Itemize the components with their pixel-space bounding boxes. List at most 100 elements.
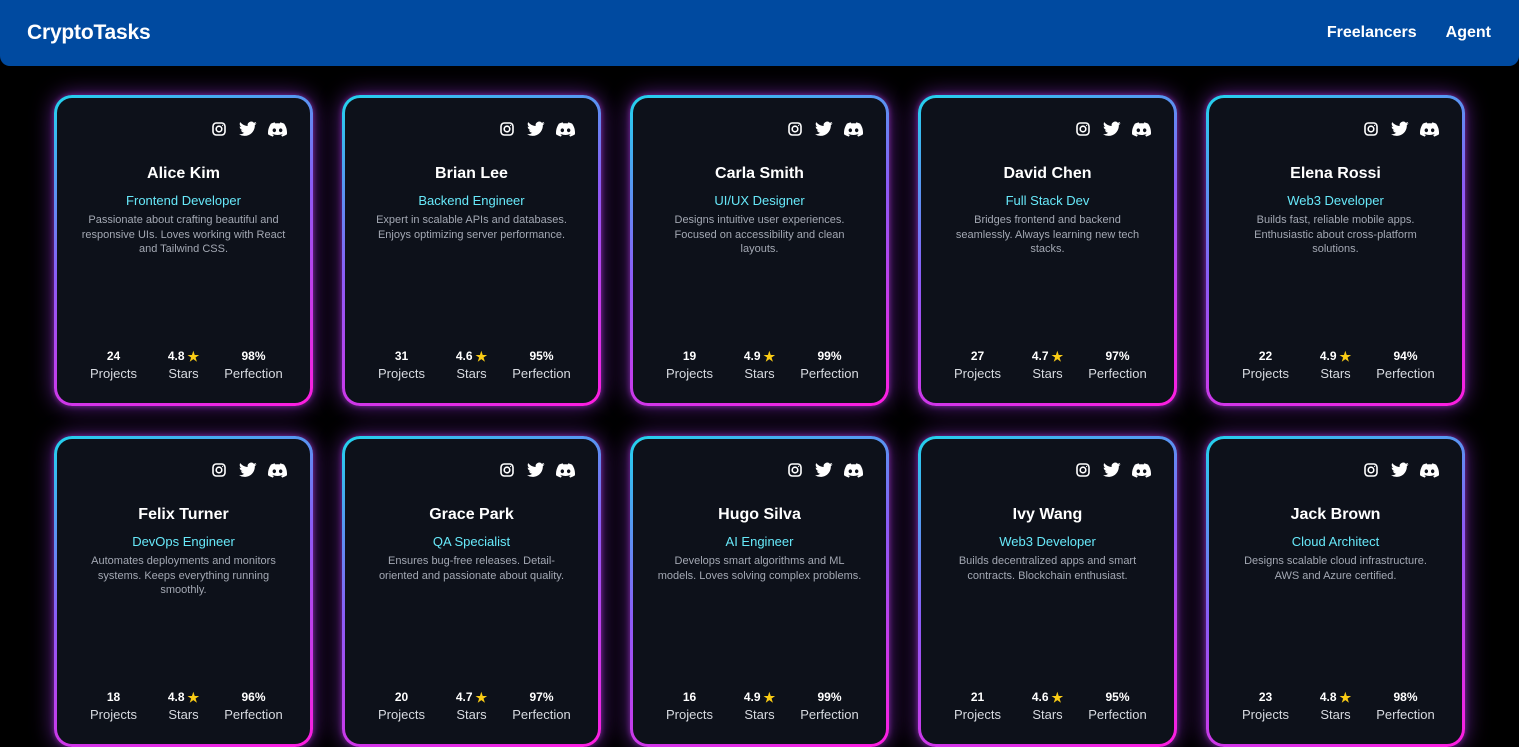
star-icon: ★	[763, 689, 776, 705]
stat-stars: 4.6 ★ Stars	[1013, 689, 1083, 722]
card-body: Jack Brown Cloud Architect Designs scala…	[1209, 439, 1462, 744]
star-icon: ★	[1339, 348, 1352, 364]
instagram-icon[interactable]	[1073, 120, 1093, 138]
discord-icon[interactable]	[1419, 461, 1439, 479]
discord-icon[interactable]	[1131, 120, 1151, 138]
freelancer-bio: Expert in scalable APIs and databases. E…	[376, 214, 567, 241]
star-icon: ★	[763, 348, 776, 364]
instagram-icon[interactable]	[1073, 461, 1093, 479]
twitter-icon[interactable]	[238, 120, 258, 138]
stat-perfection: 95% Perfection	[507, 348, 577, 381]
freelancer-card[interactable]: Carla Smith UI/UX Designer Designs intui…	[630, 95, 889, 406]
stats-row: 31 Projects 4.6 ★ Stars 95% Perfection	[345, 348, 598, 381]
stat-perfection: 98% Perfection	[219, 348, 289, 381]
twitter-icon[interactable]	[238, 461, 258, 479]
stat-projects: 19 Projects	[655, 348, 725, 381]
freelancer-card[interactable]: Brian Lee Backend Engineer Expert in sca…	[342, 95, 601, 406]
projects-value: 19	[682, 349, 697, 363]
discord-icon[interactable]	[1419, 120, 1439, 138]
twitter-icon[interactable]	[1102, 120, 1122, 138]
twitter-icon[interactable]	[1102, 461, 1122, 479]
freelancer-card[interactable]: Ivy Wang Web3 Developer Builds decentral…	[918, 436, 1177, 747]
instagram-icon[interactable]	[497, 120, 517, 138]
navbar: CryptoTasks Freelancers Agent	[0, 0, 1519, 66]
perfection-label: Perfection	[224, 366, 283, 381]
social-links	[1361, 461, 1439, 479]
freelancer-card[interactable]: Grace Park QA Specialist Ensures bug-fre…	[342, 436, 601, 747]
card-body: Carla Smith UI/UX Designer Designs intui…	[633, 98, 886, 403]
perfection-label: Perfection	[512, 707, 571, 722]
social-links	[1073, 120, 1151, 138]
stars-label: Stars	[456, 707, 487, 722]
stat-stars: 4.7 ★ Stars	[437, 689, 507, 722]
stat-perfection: 98% Perfection	[1371, 689, 1441, 722]
projects-label: Projects	[954, 366, 1001, 381]
twitter-icon[interactable]	[1390, 120, 1410, 138]
projects-value: 23	[1258, 690, 1273, 704]
discord-icon[interactable]	[267, 461, 287, 479]
stars-label: Stars	[456, 366, 487, 381]
freelancer-bio: Builds decentralized apps and smart cont…	[958, 555, 1137, 582]
stat-projects: 21 Projects	[943, 689, 1013, 722]
projects-value: 22	[1258, 349, 1273, 363]
discord-icon[interactable]	[555, 120, 575, 138]
stat-perfection: 94% Perfection	[1371, 348, 1441, 381]
freelancer-card[interactable]: Alice Kim Frontend Developer Passionate …	[54, 95, 313, 406]
projects-label: Projects	[1242, 707, 1289, 722]
stars-value: 4.9	[743, 690, 761, 704]
freelancer-bio: Builds fast, reliable mobile apps. Enthu…	[1254, 214, 1417, 255]
stat-perfection: 97% Perfection	[507, 689, 577, 722]
star-icon: ★	[187, 348, 200, 364]
nav-link-freelancers[interactable]: Freelancers	[1327, 24, 1417, 42]
discord-icon[interactable]	[267, 120, 287, 138]
card-body: David Chen Full Stack Dev Bridges fronte…	[921, 98, 1174, 403]
brand-logo[interactable]: CryptoTasks	[27, 21, 151, 45]
perfection-value: 99%	[817, 690, 842, 704]
instagram-icon[interactable]	[785, 120, 805, 138]
discord-icon[interactable]	[1131, 461, 1151, 479]
social-links	[1361, 120, 1439, 138]
freelancer-role: Web3 Developer	[1287, 193, 1384, 208]
perfection-value: 98%	[241, 349, 266, 363]
card-body: Felix Turner DevOps Engineer Automates d…	[57, 439, 310, 744]
card-body: Ivy Wang Web3 Developer Builds decentral…	[921, 439, 1174, 744]
freelancer-card[interactable]: Jack Brown Cloud Architect Designs scala…	[1206, 436, 1465, 747]
freelancer-role: Cloud Architect	[1291, 534, 1380, 549]
instagram-icon[interactable]	[1361, 120, 1381, 138]
stars-value: 4.8	[167, 349, 185, 363]
freelancer-bio: Passionate about crafting beautiful and …	[81, 214, 286, 255]
freelancer-card[interactable]: Elena Rossi Web3 Developer Builds fast, …	[1206, 95, 1465, 406]
stats-row: 19 Projects 4.9 ★ Stars 99% Perfection	[633, 348, 886, 381]
instagram-icon[interactable]	[497, 461, 517, 479]
social-links	[209, 461, 287, 479]
freelancer-card[interactable]: Felix Turner DevOps Engineer Automates d…	[54, 436, 313, 747]
freelancer-card[interactable]: Hugo Silva AI Engineer Develops smart al…	[630, 436, 889, 747]
twitter-icon[interactable]	[1390, 461, 1410, 479]
discord-icon[interactable]	[555, 461, 575, 479]
perfection-label: Perfection	[1376, 707, 1435, 722]
star-icon: ★	[1339, 689, 1352, 705]
instagram-icon[interactable]	[209, 461, 229, 479]
twitter-icon[interactable]	[526, 461, 546, 479]
projects-value: 16	[682, 690, 697, 704]
twitter-icon[interactable]	[814, 120, 834, 138]
stars-label: Stars	[744, 707, 775, 722]
card-body: Alice Kim Frontend Developer Passionate …	[57, 98, 310, 403]
instagram-icon[interactable]	[209, 120, 229, 138]
freelancer-card[interactable]: David Chen Full Stack Dev Bridges fronte…	[918, 95, 1177, 406]
discord-icon[interactable]	[843, 461, 863, 479]
discord-icon[interactable]	[843, 120, 863, 138]
freelancer-role: AI Engineer	[725, 534, 794, 549]
social-links	[1073, 461, 1151, 479]
projects-label: Projects	[666, 707, 713, 722]
instagram-icon[interactable]	[1361, 461, 1381, 479]
perfection-label: Perfection	[1088, 707, 1147, 722]
instagram-icon[interactable]	[785, 461, 805, 479]
twitter-icon[interactable]	[814, 461, 834, 479]
perfection-label: Perfection	[1376, 366, 1435, 381]
card-body: Grace Park QA Specialist Ensures bug-fre…	[345, 439, 598, 744]
nav-link-agent[interactable]: Agent	[1446, 24, 1491, 42]
freelancer-name: Alice Kim	[147, 165, 220, 182]
twitter-icon[interactable]	[526, 120, 546, 138]
freelancer-name: Hugo Silva	[718, 506, 801, 523]
